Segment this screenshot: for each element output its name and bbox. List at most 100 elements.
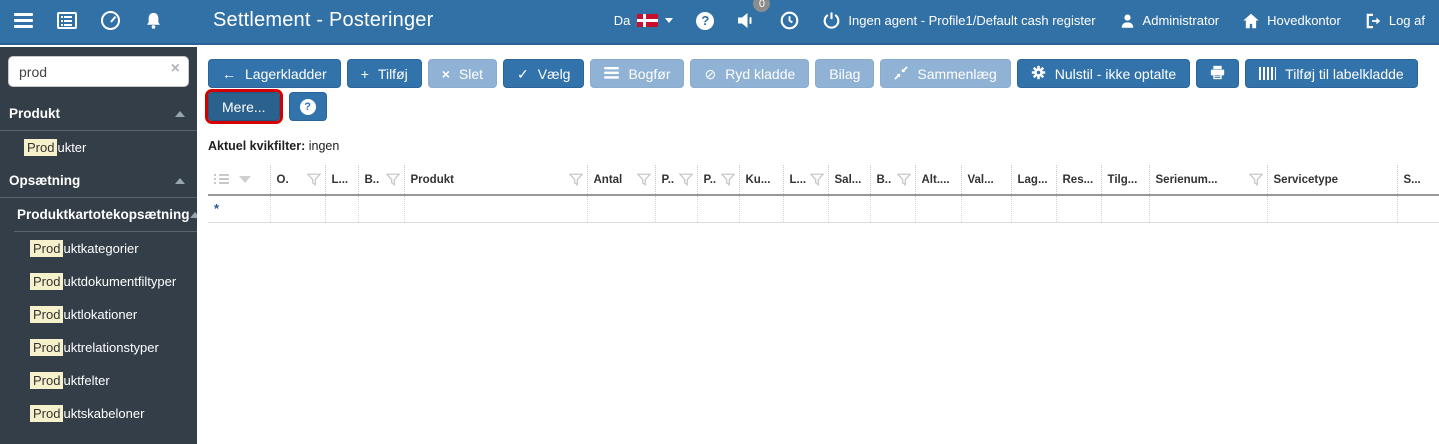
list-lines-icon: [604, 66, 620, 81]
column-header-b2[interactable]: B..: [869, 165, 915, 195]
print-button[interactable]: [1196, 59, 1240, 88]
search-match-highlight: Prod: [30, 339, 64, 356]
row-menu-icon[interactable]: [214, 174, 229, 185]
bell-icon[interactable]: [144, 11, 163, 31]
column-label: B..: [876, 173, 892, 186]
column-header-tilg[interactable]: Tilg...: [1100, 165, 1149, 195]
search-match-highlight: Prod: [30, 273, 64, 290]
sidebar-subsection-produktkartotekopsaetning[interactable]: Produktkartotekopsætning: [0, 198, 200, 231]
tilfoj-button[interactable]: + Tilføj: [346, 59, 422, 88]
gear-icon: [1031, 65, 1046, 82]
column-header-s[interactable]: S...: [1396, 165, 1439, 195]
power-icon: [822, 11, 841, 30]
search-input[interactable]: [8, 56, 189, 87]
sammenlaeg-button[interactable]: Sammenlæg: [880, 59, 1011, 88]
site-menu[interactable]: Hovedkontor: [1242, 12, 1341, 30]
item-label: uktfelter: [63, 373, 110, 388]
forms-icon[interactable]: [57, 12, 77, 29]
item-label: uktkategorier: [63, 241, 139, 256]
column-header-p1[interactable]: P..: [654, 165, 697, 195]
audio-button[interactable]: 0: [737, 0, 771, 29]
nulstil-button[interactable]: Nulstil - ikke optalte: [1016, 59, 1191, 88]
column-label: O.: [276, 173, 289, 186]
x-icon: ×: [441, 65, 450, 82]
column-header-l1[interactable]: L...: [324, 165, 358, 195]
mere-button[interactable]: Mere...: [205, 89, 283, 124]
filter-icon[interactable]: [385, 173, 400, 186]
chevron-down-icon[interactable]: [239, 176, 251, 183]
column-header-serienum[interactable]: Serienum...: [1148, 165, 1267, 195]
logout-button[interactable]: Log af: [1364, 12, 1425, 30]
filter-icon[interactable]: [896, 173, 911, 186]
ryd-kladde-button[interactable]: ⊘ Ryd kladde: [690, 59, 810, 88]
grid-header-row: O. L... B.. Produkt Antal P.. P.. Ku... …: [208, 165, 1439, 195]
chevron-up-icon: [175, 177, 185, 184]
sidebar-item-produktrelationstyper[interactable]: Prod uktrelationstyper: [0, 331, 197, 364]
filter-icon[interactable]: [809, 173, 824, 186]
sidebar-item-produktlokationer[interactable]: Prod uktlokationer: [0, 298, 197, 331]
item-label: ukter: [57, 140, 87, 155]
filter-icon[interactable]: [636, 173, 651, 186]
vaelg-button[interactable]: ✓ Vælg: [503, 59, 585, 88]
bilag-button[interactable]: Bilag: [815, 59, 875, 88]
column-label: Alt....: [921, 173, 950, 186]
column-label: Val...: [967, 173, 994, 186]
sidebar-section-produkt[interactable]: Produkt: [0, 97, 197, 131]
tilfoj-til-labelkladde-button[interactable]: Tilføj til labelkladde: [1245, 59, 1418, 88]
dashboard-icon[interactable]: [101, 11, 120, 30]
sidebar-item-produktdokumentfiltyper[interactable]: Prod uktdokumentfiltyper: [0, 265, 197, 298]
filter-icon[interactable]: [568, 173, 583, 186]
column-header-antal[interactable]: Antal: [586, 165, 655, 195]
toolbar-row-1: ← Lagerkladder + Tilføj × Slet ✓ Vælg Bo…: [208, 59, 1439, 88]
column-header-alt[interactable]: Alt....: [914, 165, 961, 195]
button-label: Lagerkladder: [245, 65, 327, 82]
printer-icon: [1210, 65, 1225, 82]
clear-search-icon[interactable]: ×: [171, 60, 180, 78]
barcode-icon: [1259, 67, 1277, 80]
user-menu[interactable]: Administrator: [1119, 12, 1219, 30]
danish-flag-icon: [637, 14, 659, 27]
column-header-p2[interactable]: P..: [696, 165, 739, 195]
filter-icon[interactable]: [720, 173, 735, 186]
sidebar-item-produktskabeloner[interactable]: Prod uktskabeloner: [0, 397, 197, 430]
column-header-sal[interactable]: Sal...: [827, 165, 870, 195]
table-row[interactable]: *: [208, 195, 1439, 222]
column-header-produkt[interactable]: Produkt: [403, 165, 587, 195]
sidebar-item-produktkategorier[interactable]: Prod uktkategorier: [0, 232, 197, 265]
column-header-servicetype[interactable]: Servicetype: [1266, 165, 1397, 195]
slet-button[interactable]: × Slet: [427, 59, 498, 88]
quickfilter-value: ingen: [308, 139, 340, 153]
logout-icon: [1364, 12, 1382, 30]
bogfor-button[interactable]: Bogfør: [590, 59, 685, 88]
sidebar-item-produktfelter[interactable]: Prod uktfelter: [0, 364, 197, 397]
column-label: Produkt: [410, 173, 454, 186]
agent-status[interactable]: Ingen agent - Profile1/Default cash regi…: [822, 11, 1096, 30]
filter-icon[interactable]: [306, 173, 321, 186]
column-header-lag[interactable]: Lag...: [1010, 165, 1056, 195]
clock-icon[interactable]: [780, 11, 799, 30]
sidebar-section-opsaetning[interactable]: Opsætning: [0, 164, 197, 198]
postings-grid: O. L... B.. Produkt Antal P.. P.. Ku... …: [208, 165, 1439, 223]
help-icon[interactable]: ?: [696, 11, 715, 30]
search-match-highlight: Prod: [24, 139, 58, 156]
chevron-down-icon: [665, 18, 674, 23]
column-label: Servicetype: [1273, 173, 1339, 186]
column-header-val[interactable]: Val...: [960, 165, 1011, 195]
column-header-l2[interactable]: L...: [782, 165, 828, 195]
column-label: P..: [661, 173, 675, 186]
item-label: uktdokumentfiltyper: [63, 274, 177, 289]
language-selector[interactable]: Da: [614, 13, 674, 28]
column-header-res[interactable]: Res...: [1055, 165, 1101, 195]
item-label: uktskabeloner: [63, 406, 145, 421]
grid-control-header[interactable]: [208, 165, 270, 195]
help-button[interactable]: ?: [288, 92, 327, 121]
button-label: Sammenlæg: [917, 65, 997, 82]
column-header-o[interactable]: O.: [269, 165, 325, 195]
filter-icon[interactable]: [678, 173, 693, 186]
lagerkladder-button[interactable]: ← Lagerkladder: [208, 59, 341, 88]
filter-icon[interactable]: [1248, 173, 1263, 186]
menu-icon[interactable]: [14, 13, 33, 28]
sidebar-item-produkter[interactable]: Prod ukter: [0, 131, 197, 164]
column-header-ku[interactable]: Ku...: [738, 165, 783, 195]
column-header-b1[interactable]: B..: [357, 165, 404, 195]
